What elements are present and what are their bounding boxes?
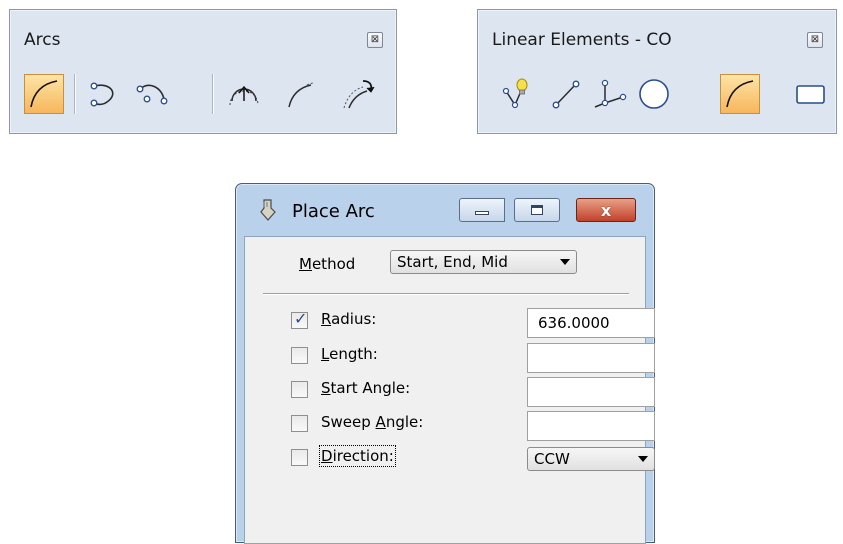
minimize-icon: [475, 211, 489, 215]
place-arc-tool[interactable]: [720, 74, 760, 114]
toolbar-separator: [74, 74, 76, 114]
length-row: Length:: [291, 343, 661, 373]
smartline-icon: [502, 78, 528, 109]
modify-arc-angle-icon: [288, 82, 315, 108]
place-arc-tool[interactable]: [24, 74, 64, 114]
place-arc-tool-settings-icon: [260, 199, 276, 221]
radius-row: ✓ Radius: 636.0000: [291, 308, 661, 338]
linear-elements-toolbar: Linear Elements - CO ⊠: [477, 9, 837, 134]
maximize-icon: [531, 205, 543, 215]
linear-toolbar-title: Linear Elements - CO: [492, 30, 672, 50]
start-angle-input[interactable]: [527, 377, 655, 407]
method-dropdown[interactable]: Start, End, Mid: [390, 250, 577, 274]
arcs-toolbar-title: Arcs: [24, 30, 61, 50]
direction-value: CCW: [534, 450, 570, 468]
linear-toolbar-close-button[interactable]: ⊠: [807, 32, 823, 48]
place-half-ellipse-icon: [90, 82, 114, 107]
dialog-client-area: Method Start, End, Mid ✓ Radius: 636.000…: [244, 236, 655, 544]
sweep-angle-label: Sweep Angle:: [321, 413, 424, 431]
modify-arc-radius-tool[interactable]: [224, 74, 264, 114]
place-line-tool[interactable]: [546, 74, 586, 114]
length-input[interactable]: [527, 343, 655, 373]
minimize-button[interactable]: [459, 198, 505, 222]
place-quarter-ellipse-icon: [136, 84, 168, 105]
place-arc-icon: [726, 80, 754, 108]
place-arc-icon: [30, 80, 58, 108]
divider: [263, 293, 629, 295]
modify-arc-angle-tool[interactable]: [280, 74, 320, 114]
close-button[interactable]: x: [576, 198, 636, 222]
arcs-toolbar: Arcs ⊠: [9, 9, 397, 134]
direction-label: Direction:: [319, 445, 396, 467]
radius-checkbox[interactable]: ✓: [291, 309, 308, 329]
start-angle-checkbox[interactable]: [291, 381, 308, 398]
place-half-ellipse-tool[interactable]: [86, 74, 126, 114]
place-circle-icon: [639, 79, 669, 109]
toolbar-separator: [212, 74, 214, 114]
place-block-tool[interactable]: [790, 74, 830, 114]
place-line-icon: [552, 80, 580, 109]
modify-arc-axis-tool[interactable]: [338, 74, 378, 114]
place-multiline-tool[interactable]: [590, 74, 630, 114]
arcs-toolbar-close-button[interactable]: ⊠: [367, 32, 383, 48]
direction-checkbox[interactable]: [291, 449, 308, 466]
start-angle-row: Start Angle:: [291, 377, 661, 407]
modify-arc-axis-icon: [343, 80, 375, 109]
chevron-down-icon: [638, 456, 648, 462]
place-arc-dialog: Place Arc x Method Start, End, Mid ✓ Rad…: [235, 183, 655, 544]
modify-arc-radius-icon: [229, 85, 259, 106]
smartline-tool[interactable]: [498, 74, 538, 114]
sweep-angle-input[interactable]: [527, 411, 655, 441]
dialog-title: Place Arc: [292, 201, 375, 222]
direction-dropdown[interactable]: CCW: [527, 447, 655, 471]
maximize-button[interactable]: [514, 198, 560, 222]
method-label: Method: [299, 255, 356, 273]
chevron-down-icon: [560, 259, 570, 265]
radius-label: Radius:: [321, 310, 377, 328]
close-icon: x: [600, 200, 612, 220]
place-multiline-icon: [594, 79, 627, 108]
checkmark-icon: ✓: [294, 309, 308, 328]
sweep-angle-checkbox[interactable]: [291, 415, 308, 432]
length-checkbox[interactable]: [291, 347, 308, 364]
place-quarter-ellipse-tool[interactable]: [132, 74, 172, 114]
start-angle-label: Start Angle:: [321, 379, 411, 397]
place-circle-tool[interactable]: [634, 74, 674, 114]
method-value: Start, End, Mid: [397, 253, 508, 271]
direction-row: Direction: CCW: [291, 445, 661, 471]
length-label: Length:: [321, 345, 378, 363]
radius-input[interactable]: 636.0000: [527, 308, 655, 338]
place-block-icon: [796, 85, 825, 104]
sweep-angle-row: Sweep Angle:: [291, 411, 661, 441]
